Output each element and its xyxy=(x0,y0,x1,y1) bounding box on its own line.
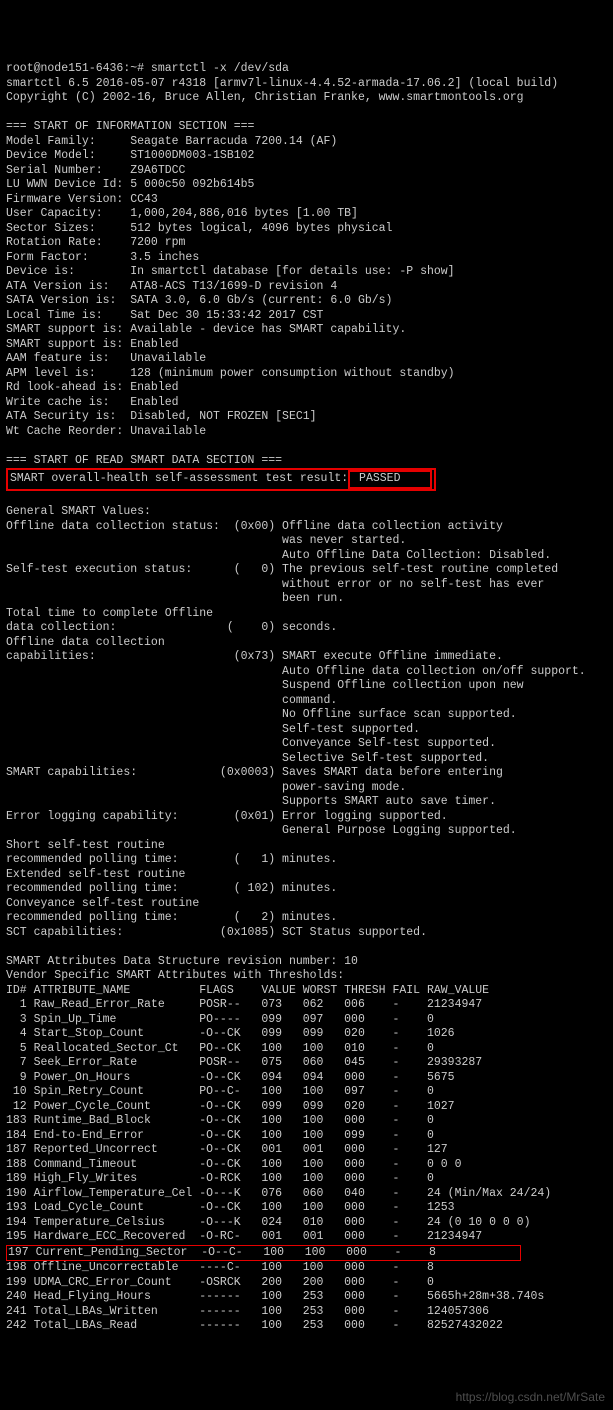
error-logging-1: Error logging capability: (0x01) Error l… xyxy=(6,810,448,823)
info-ata-version: ATA Version is: ATA8-ACS T13/1699-D revi… xyxy=(6,280,337,293)
info-smart-support-available: SMART support is: Available - device has… xyxy=(6,323,406,336)
attr-row: 184 End-to-End_Error -O--CK 100 100 099 … xyxy=(6,1129,434,1142)
info-apm: APM level is: 128 (minimum power consump… xyxy=(6,367,455,380)
capabilities-8: Selective Self-test supported. xyxy=(6,752,489,765)
info-user-capacity: User Capacity: 1,000,204,886,016 bytes [… xyxy=(6,207,358,220)
info-sata-version: SATA Version is: SATA 3.0, 6.0 Gb/s (cur… xyxy=(6,294,392,307)
attr-row: 187 Reported_Uncorrect -O--CK 001 001 00… xyxy=(6,1143,448,1156)
info-aam: AAM feature is: Unavailable xyxy=(6,352,206,365)
info-firmware: Firmware Version: CC43 xyxy=(6,193,158,206)
smart-cap-3: Supports SMART auto save timer. xyxy=(6,795,496,808)
health-value: PASSED xyxy=(348,470,432,489)
attr-row: 199 UDMA_CRC_Error_Count -OSRCK 200 200 … xyxy=(6,1276,434,1289)
conveyance-selftest-1: Conveyance self-test routine xyxy=(6,897,199,910)
info-sector-sizes: Sector Sizes: 512 bytes logical, 4096 by… xyxy=(6,222,392,235)
info-wt-cache-reorder: Wt Cache Reorder: Unavailable xyxy=(6,425,206,438)
extended-selftest-2: recommended polling time: ( 102) minutes… xyxy=(6,882,337,895)
attr-row: 198 Offline_Uncorrectable ----C- 100 100… xyxy=(6,1261,434,1274)
total-time-2: data collection: ( 0) seconds. xyxy=(6,621,337,634)
attr-row: 193 Load_Cycle_Count -O--CK 100 100 000 … xyxy=(6,1201,455,1214)
info-ata-security: ATA Security is: Disabled, NOT FROZEN [S… xyxy=(6,410,317,423)
general-smart-header: General SMART Values: xyxy=(6,505,151,518)
capabilities-6: Self-test supported. xyxy=(6,723,420,736)
attr-row: 7 Seek_Error_Rate POSR-- 075 060 045 - 2… xyxy=(6,1056,482,1069)
health-label: SMART overall-health self-assessment tes… xyxy=(10,472,348,485)
attr-row: 195 Hardware_ECC_Recovered -O-RC- 001 00… xyxy=(6,1230,482,1243)
info-device-model: Device Model: ST1000DM003-1SB102 xyxy=(6,149,254,162)
capabilities-2: Auto Offline data collection on/off supp… xyxy=(6,665,586,678)
attr-row: 1 Raw_Read_Error_Rate POSR-- 073 062 006… xyxy=(6,998,482,1011)
attr-row: 242 Total_LBAs_Read ------ 100 253 000 -… xyxy=(6,1319,503,1332)
offline-status-2: was never started. xyxy=(6,534,406,547)
info-model-family: Model Family: Seagate Barracuda 7200.14 … xyxy=(6,135,337,148)
smart-cap-2: power-saving mode. xyxy=(6,781,406,794)
info-smart-support-enabled: SMART support is: Enabled xyxy=(6,338,179,351)
attr-row: 4 Start_Stop_Count -O--CK 099 099 020 - … xyxy=(6,1027,455,1040)
attr-row-current-pending-sector: 197 Current_Pending_Sector -O--C- 100 10… xyxy=(6,1245,521,1262)
sct-capabilities: SCT capabilities: (0x1085) SCT Status su… xyxy=(6,926,427,939)
short-selftest-1: Short self-test routine xyxy=(6,839,165,852)
offline-status-3: Auto Offline Data Collection: Disabled. xyxy=(6,549,551,562)
attr-row: 12 Power_Cycle_Count -O--CK 099 099 020 … xyxy=(6,1100,455,1113)
attr-row: 241 Total_LBAs_Written ------ 100 253 00… xyxy=(6,1305,489,1318)
attr-row: 240 Head_Flying_Hours ------ 100 253 000… xyxy=(6,1290,544,1303)
short-selftest-2: recommended polling time: ( 1) minutes. xyxy=(6,853,337,866)
capabilities-5: No Offline surface scan supported. xyxy=(6,708,517,721)
info-local-time: Local Time is: Sat Dec 30 15:33:42 2017 … xyxy=(6,309,323,322)
attr-row: 189 High_Fly_Writes -O-RCK 100 100 000 -… xyxy=(6,1172,434,1185)
capabilities-0: Offline data collection xyxy=(6,636,165,649)
selftest-status-3: been run. xyxy=(6,592,344,605)
info-serial-number: Serial Number: Z9A6TDCC xyxy=(6,164,185,177)
error-logging-2: General Purpose Logging supported. xyxy=(6,824,517,837)
info-write-cache: Write cache is: Enabled xyxy=(6,396,179,409)
attr-row: 3 Spin_Up_Time PO---- 099 097 000 - 0 xyxy=(6,1013,434,1026)
capabilities-7: Conveyance Self-test supported. xyxy=(6,737,496,750)
copyright-line: Copyright (C) 2002-16, Bruce Allen, Chri… xyxy=(6,91,524,104)
info-device-is: Device is: In smartctl database [for det… xyxy=(6,265,455,278)
attr-header-vendor: Vendor Specific SMART Attributes with Th… xyxy=(6,969,344,982)
section-header-smart-data: === START OF READ SMART DATA SECTION === xyxy=(6,454,282,467)
total-time-1: Total time to complete Offline xyxy=(6,607,213,620)
selftest-status-1: Self-test execution status: ( 0) The pre… xyxy=(6,563,558,576)
info-rotation-rate: Rotation Rate: 7200 rpm xyxy=(6,236,185,249)
capabilities-1: capabilities: (0x73) SMART execute Offli… xyxy=(6,650,503,663)
conveyance-selftest-2: recommended polling time: ( 2) minutes. xyxy=(6,911,337,924)
version-line: smartctl 6.5 2016-05-07 r4318 [armv7l-li… xyxy=(6,77,558,90)
attr-header-revision: SMART Attributes Data Structure revision… xyxy=(6,955,358,968)
capabilities-4: command. xyxy=(6,694,337,707)
attr-row: 9 Power_On_Hours -O--CK 094 094 000 - 56… xyxy=(6,1071,455,1084)
watermark: https://blog.csdn.net/MrSate xyxy=(456,1390,605,1405)
section-header-info: === START OF INFORMATION SECTION === xyxy=(6,120,254,133)
offline-status-1: Offline data collection status: (0x00) O… xyxy=(6,520,503,533)
smart-cap-1: SMART capabilities: (0x0003) Saves SMART… xyxy=(6,766,503,779)
terminal-prompt: root@node151-6436:~# smartctl -x /dev/sd… xyxy=(6,62,289,75)
attr-row: 10 Spin_Retry_Count PO--C- 100 100 097 -… xyxy=(6,1085,434,1098)
selftest-status-2: without error or no self-test has ever xyxy=(6,578,544,591)
info-lu-wwn: LU WWN Device Id: 5 000c50 092b614b5 xyxy=(6,178,254,191)
attr-row: 188 Command_Timeout -O--CK 100 100 000 -… xyxy=(6,1158,461,1171)
info-form-factor: Form Factor: 3.5 inches xyxy=(6,251,199,264)
extended-selftest-1: Extended self-test routine xyxy=(6,868,185,881)
capabilities-3: Suspend Offline collection upon new xyxy=(6,679,524,692)
attr-row: 190 Airflow_Temperature_Cel -O---K 076 0… xyxy=(6,1187,551,1200)
health-result-box: SMART overall-health self-assessment tes… xyxy=(6,468,436,491)
attr-row: 183 Runtime_Bad_Block -O--CK 100 100 000… xyxy=(6,1114,434,1127)
attr-row: 194 Temperature_Celsius -O---K 024 010 0… xyxy=(6,1216,531,1229)
attr-row: 5 Reallocated_Sector_Ct PO--CK 100 100 0… xyxy=(6,1042,434,1055)
attr-columns: ID# ATTRIBUTE_NAME FLAGS VALUE WORST THR… xyxy=(6,984,489,997)
info-rd-lookahead: Rd look-ahead is: Enabled xyxy=(6,381,179,394)
